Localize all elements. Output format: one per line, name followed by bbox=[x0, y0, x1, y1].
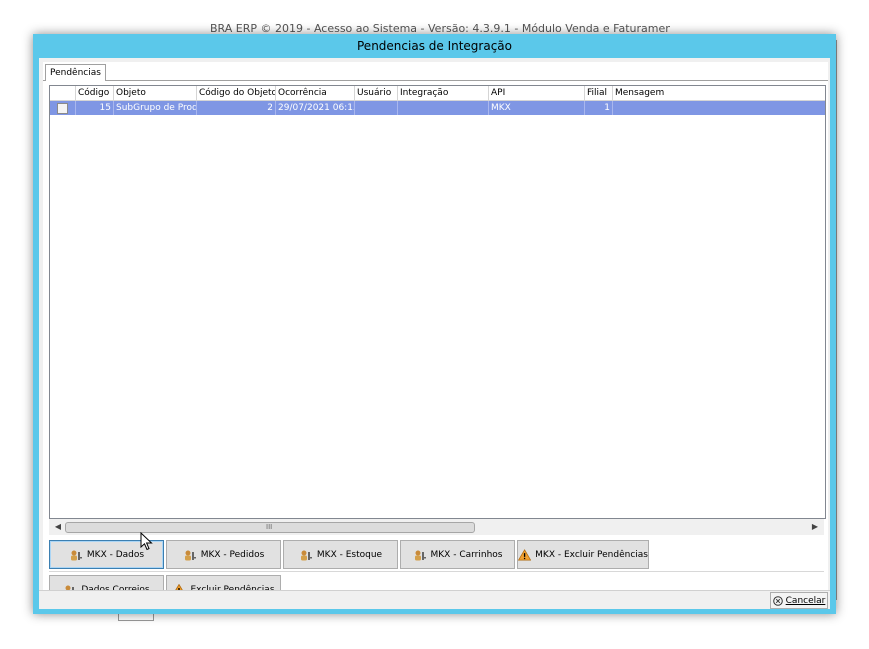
cell-codigo: 15 bbox=[76, 101, 114, 115]
background-app-title: BRA ERP © 2019 - Acesso ao Sistema - Ver… bbox=[210, 22, 670, 34]
background-window-edge bbox=[836, 40, 843, 600]
mkx-dados-label: MKX - Dados bbox=[86, 549, 145, 560]
tab-strip: Pendências bbox=[43, 62, 828, 82]
mouse-cursor-icon bbox=[140, 532, 153, 551]
user-key-icon bbox=[300, 550, 312, 560]
row-checkbox-cell[interactable] bbox=[50, 101, 76, 115]
user-key-icon bbox=[414, 550, 426, 560]
user-key-icon bbox=[184, 550, 196, 560]
pendencias-grid: Código Objeto Código do Objeto Ocorrênci… bbox=[49, 85, 826, 519]
column-header-objeto[interactable]: Objeto bbox=[114, 86, 197, 100]
scroll-right-icon[interactable]: ▶ bbox=[810, 522, 820, 532]
cell-usuario bbox=[355, 101, 398, 115]
cancel-label: Cancelar bbox=[785, 595, 826, 606]
tab-pendencias[interactable]: Pendências bbox=[45, 64, 106, 82]
horizontal-scrollbar[interactable]: ◀ III ▶ bbox=[49, 519, 824, 535]
column-header-api[interactable]: API bbox=[489, 86, 585, 100]
mkx-carrinhos-button[interactable]: MKX - Carrinhos bbox=[400, 540, 515, 569]
tab-page-pendencias: Código Objeto Código do Objeto Ocorrênci… bbox=[43, 81, 828, 604]
mkx-pedidos-button[interactable]: MKX - Pedidos bbox=[166, 540, 281, 569]
mkx-excluir-pendencias-label: MKX - Excluir Pendências bbox=[535, 549, 648, 560]
column-header-usuario[interactable]: Usuário bbox=[355, 86, 398, 100]
mkx-carrinhos-label: MKX - Carrinhos bbox=[430, 549, 503, 560]
cancel-button[interactable]: Cancelar bbox=[770, 592, 828, 609]
scroll-thumb[interactable]: III bbox=[65, 522, 475, 533]
dialog-footer: Cancelar bbox=[39, 590, 830, 609]
cell-codigo-objeto: 2 bbox=[197, 101, 276, 115]
scroll-left-icon[interactable]: ◀ bbox=[53, 522, 63, 532]
user-key-icon bbox=[70, 550, 82, 560]
cell-objeto: SubGrupo de Produ bbox=[116, 101, 197, 115]
cell-mensagem bbox=[613, 101, 825, 115]
column-header-filial[interactable]: Filial bbox=[585, 86, 613, 100]
cell-filial: 1 bbox=[585, 101, 613, 115]
button-row-1: MKX - Dados MKX - Pedidos MKX - Estoque … bbox=[49, 537, 824, 571]
mkx-estoque-button[interactable]: MKX - Estoque bbox=[283, 540, 398, 569]
column-header-codigo-objeto[interactable]: Código do Objeto bbox=[197, 86, 276, 100]
pendencias-dialog: Pendencias de Integração Pendências Códi… bbox=[33, 34, 836, 614]
mkx-excluir-pendencias-button[interactable]: MKX - Excluir Pendências bbox=[517, 540, 649, 569]
column-header-mensagem[interactable]: Mensagem bbox=[613, 86, 825, 100]
cell-integracao bbox=[398, 101, 489, 115]
mkx-estoque-label: MKX - Estoque bbox=[316, 549, 383, 560]
mkx-pedidos-label: MKX - Pedidos bbox=[200, 549, 265, 560]
table-row[interactable]: 15 SubGrupo de Produ 2 29/07/2021 06:15:… bbox=[50, 101, 825, 115]
close-circle-icon bbox=[772, 595, 783, 606]
cell-api: MKX bbox=[489, 101, 585, 115]
column-header-check[interactable] bbox=[50, 86, 76, 100]
grid-header: Código Objeto Código do Objeto Ocorrênci… bbox=[50, 86, 825, 101]
column-header-integracao[interactable]: Integração bbox=[398, 86, 489, 100]
cell-ocorrencia: 29/07/2021 06:15:3 bbox=[276, 101, 355, 115]
row-checkbox[interactable] bbox=[57, 103, 68, 114]
scroll-grip: III bbox=[266, 523, 273, 531]
column-header-codigo[interactable]: Código bbox=[76, 86, 114, 100]
dialog-client-area: Pendências Código Objeto Código do Objet… bbox=[39, 58, 830, 609]
dialog-title: Pendencias de Integração bbox=[357, 39, 512, 53]
column-header-ocorrencia[interactable]: Ocorrência bbox=[276, 86, 355, 100]
warning-icon bbox=[518, 548, 532, 561]
